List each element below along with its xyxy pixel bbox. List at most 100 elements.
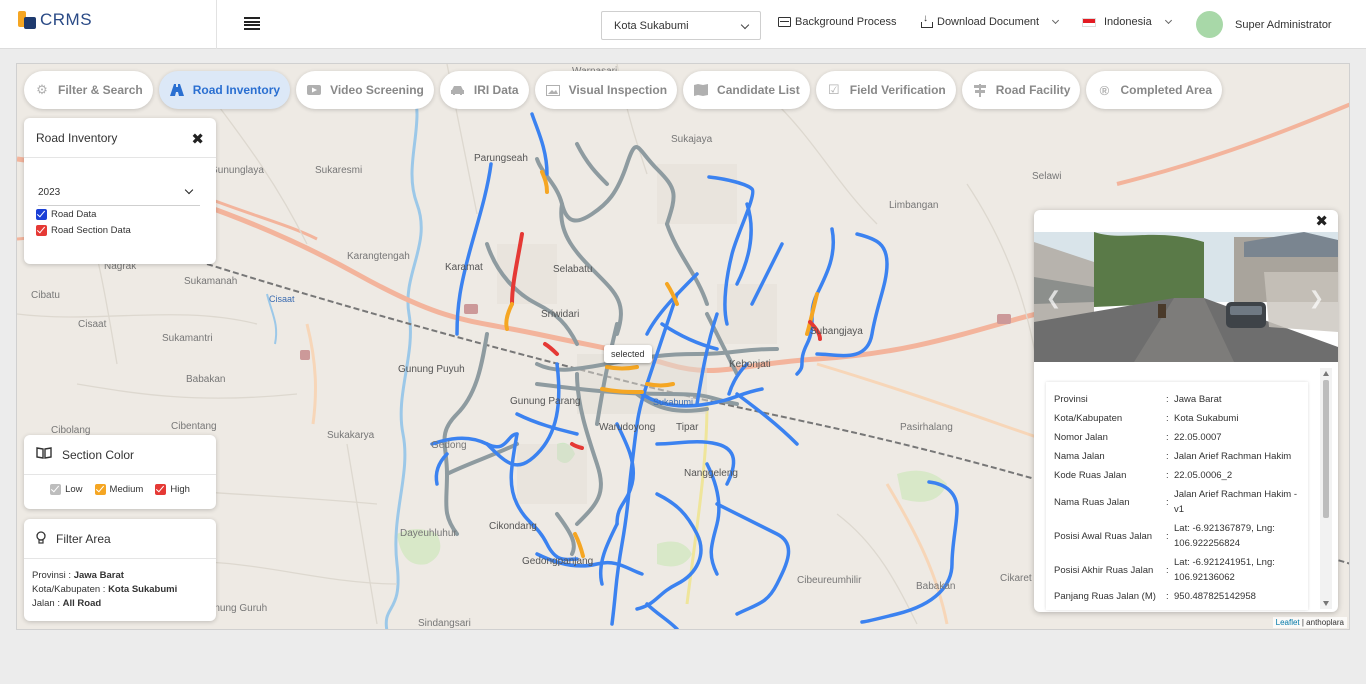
tab-visual-inspection[interactable]: Visual Inspection (534, 71, 678, 109)
checkbox-label: Road Section Data (51, 224, 131, 236)
menu-toggle-icon[interactable] (244, 17, 260, 30)
detail-separator: : (1166, 591, 1169, 602)
medium-checkbox[interactable] (94, 484, 106, 495)
tab-label: Filter & Search (58, 83, 143, 97)
background-process-label: Background Process (795, 16, 897, 28)
city-select-value: Kota Sukabumi (614, 19, 689, 32)
year-select[interactable]: 2023 (38, 180, 200, 206)
language-label: Indonesia (1104, 16, 1152, 28)
year-value: 2023 (38, 187, 61, 198)
filter-label: Jalan : (32, 598, 63, 609)
road-data-checkbox[interactable] (36, 208, 47, 220)
map-label: Babakan (186, 374, 226, 385)
download-icon (921, 13, 933, 28)
scroll-up-icon[interactable] (1323, 371, 1329, 376)
legend-item-medium[interactable]: Medium (94, 484, 143, 495)
tab-completed-area[interactable]: ® Completed Area (1086, 71, 1223, 109)
app-logo[interactable]: CRMS (18, 10, 92, 30)
detail-key: Nama Ruas Jalan (1054, 496, 1130, 508)
legend-item-low[interactable]: Low (50, 484, 83, 495)
map-label: Gedong (431, 440, 467, 451)
detail-key: Posisi Akhir Ruas Jalan (1054, 564, 1154, 576)
filter-area-panel: Filter Area Provinsi : Jawa Barat Kota/K… (24, 519, 216, 621)
check-icon: ☑ (827, 82, 840, 97)
map-label: Karamat (445, 262, 483, 273)
legend-item-high[interactable]: High (155, 484, 190, 495)
tab-label: Candidate List (717, 83, 800, 97)
tab-video-screening[interactable]: Video Screening (296, 71, 434, 109)
detail-separator: : (1166, 564, 1169, 576)
next-photo-icon[interactable]: ❯ (1309, 288, 1324, 309)
detail-value: Jalan Arief Rachman Hakim (1174, 451, 1292, 462)
map-label: Tipar (676, 422, 699, 433)
logo-icon (18, 11, 36, 29)
map-icon (693, 83, 709, 97)
road-data-checkbox-row[interactable]: Road Data (36, 206, 216, 222)
detail-row: Nama Ruas Jalan: Jalan Arief Rachman Haki… (1046, 485, 1308, 519)
detail-scrollbar[interactable] (1320, 368, 1332, 609)
tab-road-inventory[interactable]: Road Inventory (158, 71, 291, 109)
detail-row: Posisi Akhir Ruas Jalan: Lat: -6.92124195… (1046, 553, 1308, 587)
detail-row: Kota/Kabupaten: Kota Sukabumi (1046, 409, 1308, 428)
map-label: Selabatu (553, 264, 593, 275)
high-checkbox[interactable] (155, 484, 167, 495)
tab-label: Visual Inspection (568, 83, 668, 97)
chevron-down-icon (1164, 16, 1172, 25)
detail-value: Lat: -6.921241951, Lng: 106.92136062 (1174, 557, 1275, 583)
detail-value: 22.05.0006_2 (1174, 470, 1233, 481)
module-tabs: ⚙ Filter & Search Road Inventory Video Sc… (24, 71, 1223, 109)
map-label: Cibatu (31, 290, 60, 301)
tab-candidate-list[interactable]: Candidate List (683, 71, 810, 109)
leaflet-link[interactable]: Leaflet (1276, 618, 1300, 627)
tab-filter-search[interactable]: ⚙ Filter & Search (24, 71, 153, 109)
road-photo: ❮ ❯ (1034, 232, 1338, 362)
road-detail-info: Provinsi: Jawa Barat Kota/Kabupaten: Kota S… (1046, 382, 1308, 610)
road-inventory-header: Road Inventory ✖ (24, 118, 216, 158)
map-label: Nanggeleng (684, 468, 738, 479)
scroll-down-icon[interactable] (1323, 601, 1329, 606)
attribution-text: | anthoplara (1299, 618, 1344, 627)
user-menu[interactable]: Super Administrator (1196, 11, 1332, 38)
map-label: Cibeureumhilir (797, 575, 862, 586)
chevron-down-icon (184, 185, 194, 195)
detail-separator: : (1166, 413, 1169, 424)
close-icon[interactable]: ✖ (191, 132, 204, 147)
tab-iri-data[interactable]: IRI Data (439, 71, 529, 109)
tab-label: IRI Data (473, 83, 519, 97)
language-menu[interactable]: Indonesia (1082, 16, 1172, 28)
registered-icon: ® (1099, 82, 1110, 98)
map-label: Sindangsari (418, 618, 471, 629)
detail-key: Provinsi (1054, 394, 1088, 405)
close-icon[interactable]: ✖ (1315, 214, 1328, 229)
chevron-down-icon (740, 20, 750, 30)
prev-photo-icon[interactable]: ❮ (1046, 288, 1061, 309)
detail-key: Nomor Jalan (1054, 432, 1108, 443)
filter-provinsi: Provinsi : Jawa Barat (32, 569, 208, 583)
detail-separator: : (1166, 451, 1169, 462)
section-color-legend: Low Medium High (24, 484, 216, 495)
map-label: Sukakarya (327, 430, 375, 441)
tab-road-facility[interactable]: Road Facility (961, 71, 1081, 109)
legend-label: High (170, 484, 190, 495)
legend-label: Low (65, 484, 83, 495)
download-document-menu[interactable]: Download Document (921, 13, 1060, 28)
selected-road-tooltip: selected (604, 345, 652, 363)
low-checkbox[interactable] (50, 484, 62, 495)
map-label: Babakan (916, 581, 956, 592)
section-color-header: Section Color (24, 435, 216, 475)
road-section-data-checkbox[interactable] (36, 224, 47, 236)
scroll-thumb[interactable] (1323, 380, 1329, 518)
map-label: Gununglaya (210, 165, 264, 176)
book-icon (36, 447, 52, 462)
car-icon (450, 83, 466, 97)
background-process-button[interactable]: Background Process (778, 16, 897, 28)
road-section-data-checkbox-row[interactable]: Road Section Data (36, 222, 216, 238)
detail-row: Kode Ruas Jalan:22.05.0006_2 (1046, 466, 1308, 485)
city-select[interactable]: Kota Sukabumi (601, 11, 761, 40)
map-label: Sukamantri (162, 333, 213, 344)
map-label: Limbangan (889, 200, 939, 211)
map-label: Sriwidari (541, 309, 580, 320)
map-label: Gedongpanjang (522, 556, 594, 567)
map-label: Subangjaya (810, 326, 863, 337)
tab-field-verification[interactable]: ☑ Field Verification (815, 71, 956, 109)
